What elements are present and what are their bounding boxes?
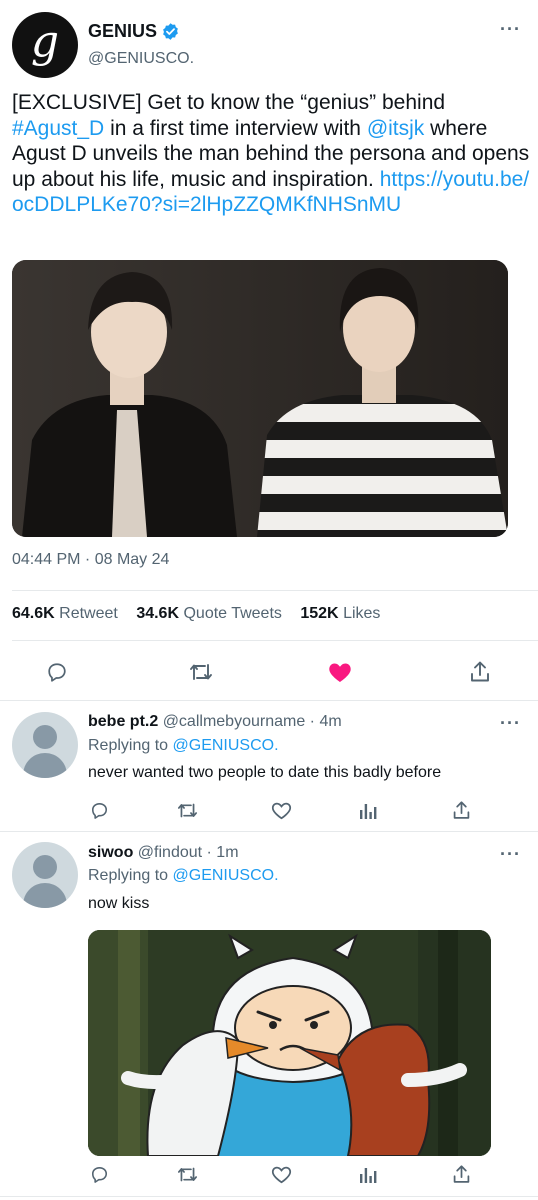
replying-to-link[interactable]: @GENIUSCO. xyxy=(173,737,279,754)
replying-to-line: Replying to @GENIUSCO. xyxy=(88,737,279,755)
likes-label: Likes xyxy=(343,605,381,622)
more-icon[interactable]: ··· xyxy=(500,714,521,732)
reply-text: never wanted two people to date this bad… xyxy=(88,764,442,781)
mention-link[interactable]: @itsjk xyxy=(367,117,424,140)
reply-header: siwoo @findout · 1m xyxy=(88,844,239,862)
reply-icon[interactable] xyxy=(90,801,109,820)
reply-display-name[interactable]: bebe pt.2 xyxy=(88,713,158,730)
replying-prefix: Replying to xyxy=(88,867,169,884)
tweet-text-part: in a first time interview with xyxy=(104,116,367,140)
reply-handle[interactable]: @findout xyxy=(138,844,202,861)
reply-time[interactable]: · 4m xyxy=(310,713,342,730)
quotes-label: Quote Tweets xyxy=(183,605,282,622)
verified-badge-icon xyxy=(161,22,180,41)
genius-logo-letter: g xyxy=(30,16,60,67)
retweet-icon[interactable] xyxy=(189,661,213,683)
share-icon[interactable] xyxy=(452,1164,471,1185)
share-icon[interactable] xyxy=(469,660,491,684)
like-icon[interactable] xyxy=(271,1165,292,1184)
retweets-count: 64.6K xyxy=(12,605,55,622)
reply-icon[interactable] xyxy=(46,661,68,683)
reply-display-name[interactable]: siwoo xyxy=(88,844,133,861)
reply-icon[interactable] xyxy=(90,1165,109,1184)
replying-to-link[interactable]: @GENIUSCO. xyxy=(173,867,279,884)
retweets-label: Retweet xyxy=(59,605,118,622)
reply-handle[interactable]: @callmebyourname xyxy=(163,713,306,730)
analytics-icon[interactable] xyxy=(359,801,377,820)
replying-prefix: Replying to xyxy=(88,737,169,754)
likes-stat[interactable]: 152K Likes xyxy=(300,605,380,622)
retweet-icon[interactable] xyxy=(177,801,198,820)
like-icon[interactable] xyxy=(271,801,292,820)
tweet-timestamp[interactable]: 04:44 PM · 08 May 24 xyxy=(12,551,169,569)
tweet-text-part: [EXCLUSIVE] Get to know the “genius” beh… xyxy=(12,91,446,114)
like-icon[interactable] xyxy=(328,661,352,683)
author-display-name: GENIUS xyxy=(88,20,158,41)
tweet-text: [EXCLUSIVE] Get to know the “genius” beh… xyxy=(12,90,530,218)
author-handle[interactable]: @GENIUSCO. xyxy=(88,50,194,68)
reply-header: bebe pt.2 @callmebyourname · 4m xyxy=(88,713,342,731)
replying-to-line: Replying to @GENIUSCO. xyxy=(88,867,279,885)
reply-media-image[interactable] xyxy=(88,930,491,1156)
quotes-count: 34.6K xyxy=(136,605,180,622)
retweets-stat[interactable]: 64.6K Retweet xyxy=(12,605,118,622)
tweet-photo[interactable] xyxy=(12,260,508,537)
photo-illustration xyxy=(12,260,508,537)
reply-avatar[interactable] xyxy=(12,712,78,778)
likes-count: 152K xyxy=(300,605,339,622)
retweet-icon[interactable] xyxy=(177,1165,198,1184)
author-avatar[interactable]: g xyxy=(12,12,78,78)
hashtag-link[interactable]: #Agust_D xyxy=(12,117,104,140)
reply-text: now kiss xyxy=(88,895,150,912)
share-icon[interactable] xyxy=(452,800,471,821)
quotes-stat[interactable]: 34.6K Quote Tweets xyxy=(136,605,282,622)
cartoon-illustration xyxy=(88,930,491,1156)
reply-avatar[interactable] xyxy=(12,842,78,908)
more-icon[interactable]: ··· xyxy=(500,20,521,38)
analytics-icon[interactable] xyxy=(359,1165,377,1184)
tweet-stats: 64.6K Retweet 34.6K Quote Tweets 152K Li… xyxy=(12,605,380,623)
author-name-row[interactable]: GENIUS xyxy=(88,20,180,42)
more-icon[interactable]: ··· xyxy=(500,845,521,863)
reply-time[interactable]: · 1m xyxy=(207,844,239,861)
